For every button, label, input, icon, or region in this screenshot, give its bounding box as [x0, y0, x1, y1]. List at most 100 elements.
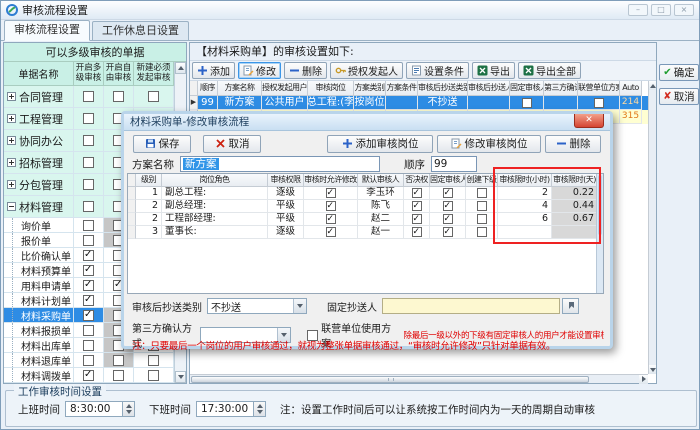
grid-column-header[interactable]: 否决权: [404, 174, 430, 187]
multi-review-checkbox[interactable]: [83, 91, 94, 102]
grid-column-header[interactable]: 固定审核人: [430, 174, 466, 187]
review-position-row[interactable]: 3董事长:逐级赵一: [128, 226, 603, 239]
table-horizontal-scrollbar[interactable]: [190, 374, 648, 383]
multi-review-checkbox[interactable]: [83, 355, 94, 366]
maximize-icon[interactable]: □: [651, 4, 671, 16]
veto-checkbox[interactable]: [412, 227, 422, 237]
scrollbar-thumb[interactable]: [598, 175, 602, 235]
scroll-up-icon[interactable]: [175, 62, 186, 74]
create-sub-checkbox[interactable]: [477, 201, 487, 211]
grid-column-header[interactable]: 创建下级: [466, 174, 498, 187]
grid-column-header[interactable]: 审核权限: [268, 174, 304, 187]
sidebar-row[interactable]: 材料调拨单: [4, 368, 186, 383]
multi-review-checkbox[interactable]: [83, 280, 94, 291]
expand-icon[interactable]: [7, 158, 16, 167]
table-vertical-scrollbar[interactable]: [648, 81, 656, 374]
review-position-row[interactable]: 2副总经理:平级陈飞40.44: [128, 200, 603, 213]
must-review-checkbox[interactable]: [148, 370, 159, 381]
free-review-checkbox[interactable]: [113, 91, 124, 102]
start-time-spinner[interactable]: [123, 401, 135, 417]
table-column-header[interactable]: Auto: [620, 81, 642, 96]
allow-modify-checkbox[interactable]: [326, 188, 336, 198]
minimize-icon[interactable]: –: [628, 4, 648, 16]
multi-review-checkbox[interactable]: [83, 340, 94, 351]
modify-button[interactable]: 修改: [238, 62, 281, 79]
review-position-row[interactable]: 2工程部经理:平级赵二60.67: [128, 213, 603, 226]
scroll-down-icon[interactable]: [649, 365, 656, 374]
save-button[interactable]: 保存: [133, 135, 191, 153]
fixed-reviewer-checkbox[interactable]: [522, 98, 532, 108]
table-column-header[interactable]: 审核后抄送类别: [418, 81, 468, 96]
allow-modify-checkbox[interactable]: [326, 201, 336, 211]
ok-button[interactable]: ✔ 确定: [659, 64, 699, 81]
must-review-checkbox[interactable]: [148, 91, 159, 102]
dropdown-arrow-icon[interactable]: [293, 299, 306, 313]
multi-review-checkbox[interactable]: [83, 325, 94, 336]
modify-review-position-button[interactable]: 修改审核岗位: [437, 135, 541, 153]
table-column-header[interactable]: 授权发起用户: [262, 81, 308, 96]
multi-review-checkbox[interactable]: [83, 220, 94, 231]
create-sub-checkbox[interactable]: [477, 214, 487, 224]
end-time-input[interactable]: 17:30:00: [196, 401, 254, 417]
plan-name-input[interactable]: 新方案: [180, 156, 380, 172]
expand-icon[interactable]: [7, 92, 16, 101]
collapse-icon[interactable]: [7, 202, 16, 211]
multi-review-checkbox[interactable]: [83, 250, 94, 261]
tab-rest-days[interactable]: 工作休息日设置: [92, 21, 189, 40]
cc-person-input[interactable]: [382, 298, 560, 314]
cc-person-picker-button[interactable]: [562, 298, 579, 314]
multi-review-checkbox[interactable]: [83, 295, 94, 306]
veto-checkbox[interactable]: [412, 188, 422, 198]
multi-review-checkbox[interactable]: [83, 265, 94, 276]
must-review-checkbox[interactable]: [148, 355, 159, 366]
table-column-header[interactable]: 方案名称: [218, 81, 262, 96]
multi-review-checkbox[interactable]: [83, 235, 94, 246]
multi-review-checkbox[interactable]: [83, 113, 94, 124]
multi-review-checkbox[interactable]: [83, 179, 94, 190]
cc-type-select[interactable]: 不抄送: [207, 298, 307, 314]
table-column-header[interactable]: 方案类别: [354, 81, 386, 96]
veto-checkbox[interactable]: [412, 214, 422, 224]
plan-row[interactable]: ▶99新方案公共用户副总工程:(李玉按岗位不抄送214: [190, 96, 648, 110]
delete-button[interactable]: 删除: [284, 62, 327, 79]
grid-scrollbar[interactable]: [596, 174, 603, 293]
fixed-reviewer-checkbox[interactable]: [443, 214, 453, 224]
dialog-cancel-button[interactable]: 取消: [203, 135, 261, 153]
expand-icon[interactable]: [7, 114, 16, 123]
table-column-header[interactable]: 审核后抄送人: [468, 81, 510, 96]
grid-column-header[interactable]: 级别: [136, 174, 162, 187]
grid-column-header[interactable]: 审核限时(小时): [498, 174, 552, 187]
set-condition-button[interactable]: 设置条件: [406, 62, 469, 79]
multi-review-checkbox[interactable]: [83, 135, 94, 146]
veto-checkbox[interactable]: [412, 201, 422, 211]
authorize-initiator-button[interactable]: 授权发起人: [330, 62, 403, 79]
review-position-row[interactable]: 1副总工程:逐级李玉环20.22: [128, 187, 603, 200]
table-column-header[interactable]: 联营单位方案: [578, 81, 620, 96]
export-all-button[interactable]: 导出全部: [518, 62, 581, 79]
grid-column-header[interactable]: 岗位角色: [162, 174, 268, 187]
fixed-reviewer-checkbox[interactable]: [443, 188, 453, 198]
expand-icon[interactable]: [7, 136, 16, 145]
sidebar-row[interactable]: 合同管理: [4, 86, 186, 108]
allow-modify-checkbox[interactable]: [326, 214, 336, 224]
close-icon[interactable]: ×: [674, 4, 694, 16]
create-sub-checkbox[interactable]: [477, 188, 487, 198]
order-input[interactable]: 99: [431, 156, 477, 172]
cancel-button[interactable]: ✘ 取消: [659, 88, 699, 105]
free-review-checkbox[interactable]: [113, 355, 124, 366]
start-time-input[interactable]: 8:30:00: [65, 401, 123, 417]
allow-modify-checkbox[interactable]: [326, 227, 336, 237]
scroll-up-icon[interactable]: [649, 81, 656, 90]
create-sub-checkbox[interactable]: [477, 227, 487, 237]
dialog-close-icon[interactable]: ✕: [574, 114, 604, 128]
fixed-reviewer-checkbox[interactable]: [443, 227, 453, 237]
table-column-header[interactable]: 第三方确认: [544, 81, 578, 96]
multi-review-checkbox[interactable]: [83, 201, 94, 212]
scroll-down-icon[interactable]: [175, 371, 186, 383]
delete-review-position-button[interactable]: 删除: [545, 135, 601, 153]
multi-review-checkbox[interactable]: [83, 157, 94, 168]
grid-column-header[interactable]: 默认审核人: [358, 174, 404, 187]
multi-review-checkbox[interactable]: [83, 310, 94, 321]
expand-icon[interactable]: [7, 180, 16, 189]
free-review-checkbox[interactable]: [113, 370, 124, 381]
